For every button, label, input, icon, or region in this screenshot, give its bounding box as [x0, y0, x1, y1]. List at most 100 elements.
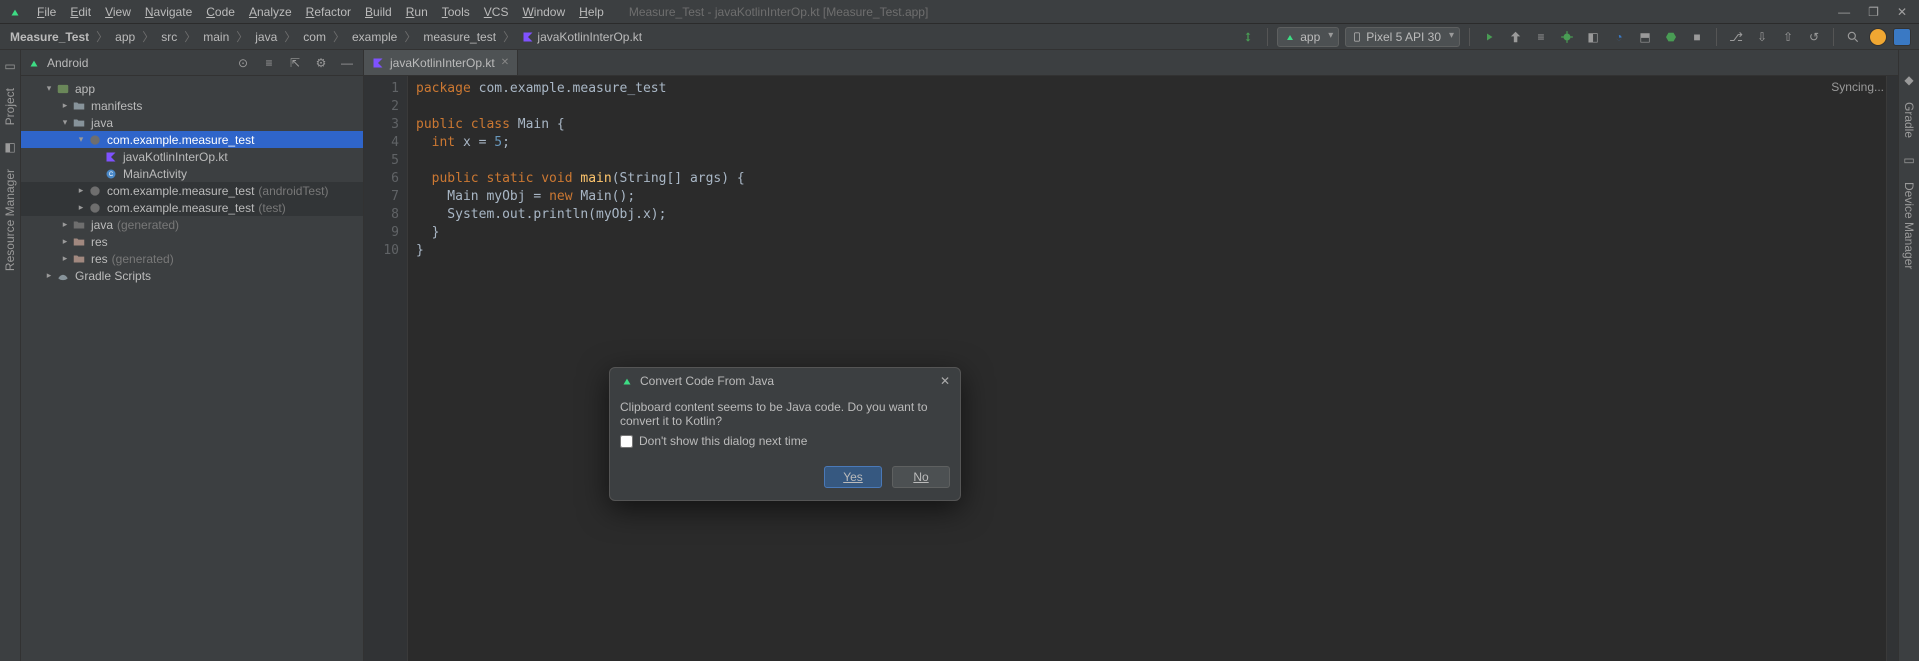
tree-row[interactable]: ▸java(generated)	[21, 216, 363, 233]
menu-item-analyze[interactable]: Analyze	[242, 5, 299, 19]
apply-changes-icon[interactable]	[1505, 27, 1525, 47]
coverage-icon[interactable]: ◧	[1583, 27, 1603, 47]
right-tab-device-manager[interactable]: Device Manager	[1902, 182, 1916, 269]
menu-item-help[interactable]: Help	[572, 5, 611, 19]
tree-suffix: (test)	[258, 201, 285, 215]
expand-arrow-icon[interactable]: ▸	[59, 100, 71, 111]
breadcrumb-item[interactable]: app	[113, 30, 137, 44]
expand-arrow-icon[interactable]: ▸	[59, 236, 71, 247]
tree-row[interactable]: ▸res	[21, 233, 363, 250]
profile-avatar-icon[interactable]	[1869, 28, 1887, 46]
breadcrumb-item[interactable]: measure_test	[421, 30, 498, 44]
expand-arrow-icon[interactable]: ▾	[43, 83, 55, 94]
breadcrumb-item[interactable]: java	[253, 30, 279, 44]
menu-item-navigate[interactable]: Navigate	[138, 5, 199, 19]
left-tab-project[interactable]: Project	[3, 88, 17, 125]
expand-arrow-icon[interactable]: ▸	[75, 202, 87, 213]
window-controls: — ❐ ✕	[1838, 5, 1907, 19]
project-tree[interactable]: ▾app▸manifests▾java▾com.example.measure_…	[21, 76, 363, 661]
tree-row[interactable]: ▸res(generated)	[21, 250, 363, 267]
breadcrumb-item[interactable]: main	[201, 30, 231, 44]
folder-icon	[71, 98, 87, 114]
left-tab-resource-manager[interactable]: Resource Manager	[3, 169, 17, 271]
breadcrumb-item[interactable]: example	[350, 30, 399, 44]
select-opened-file-icon[interactable]: ⊙	[233, 53, 253, 73]
project-tool-window: Android ⊙ ≡ ⇱ ⚙ — ▾app▸manifests▾java▾co…	[21, 50, 364, 661]
stop-icon[interactable]: ■	[1687, 27, 1707, 47]
device-manager-tool-icon[interactable]: ▭	[1899, 150, 1919, 170]
run-icon[interactable]	[1479, 27, 1499, 47]
menu-item-file[interactable]: File	[30, 5, 63, 19]
tab-close-icon[interactable]: ✕	[501, 57, 509, 68]
android-icon	[27, 56, 41, 70]
gradle-tool-icon[interactable]: ◆	[1899, 70, 1919, 90]
menu-item-tools[interactable]: Tools	[435, 5, 477, 19]
project-view-mode[interactable]: Android	[47, 56, 88, 70]
close-icon[interactable]: ✕	[1897, 5, 1907, 19]
maximize-icon[interactable]: ❐	[1868, 5, 1879, 19]
profiler-icon[interactable]: ◔	[1609, 27, 1629, 47]
menu-item-window[interactable]: Window	[515, 5, 572, 19]
device-dropdown[interactable]: Pixel 5 API 30	[1345, 27, 1460, 47]
dont-show-checkbox[interactable]: Don't show this dialog next time	[620, 434, 950, 448]
menu-item-build[interactable]: Build	[358, 5, 399, 19]
settings-icon[interactable]: ⚙	[311, 53, 331, 73]
resource-manager-tool-icon[interactable]: ◧	[0, 137, 20, 157]
tree-row[interactable]: ▾app	[21, 80, 363, 97]
tree-row[interactable]: ▸com.example.measure_test(test)	[21, 199, 363, 216]
tree-row[interactable]: javaKotlinInterOp.kt	[21, 148, 363, 165]
project-tool-icon[interactable]: ▭	[0, 56, 20, 76]
sync-status: Syncing...	[1831, 80, 1884, 94]
git-pull-icon[interactable]: ⇩	[1752, 27, 1772, 47]
right-tab-gradle[interactable]: Gradle	[1902, 102, 1916, 138]
breadcrumb-item[interactable]: src	[159, 30, 179, 44]
editor-tab[interactable]: javaKotlinInterOp.kt ✕	[364, 50, 518, 75]
git-push-icon[interactable]: ⇧	[1778, 27, 1798, 47]
navigation-toolbar: Measure_Test〉app〉src〉main〉java〉com〉examp…	[0, 24, 1919, 50]
menu-item-edit[interactable]: Edit	[63, 5, 98, 19]
hide-icon[interactable]: —	[337, 53, 357, 73]
minimize-icon[interactable]: —	[1838, 5, 1850, 19]
expand-arrow-icon[interactable]: ▸	[75, 185, 87, 196]
module-icon	[55, 81, 71, 97]
ide-settings-icon[interactable]	[1893, 28, 1911, 46]
expand-arrow-icon[interactable]: ▸	[59, 253, 71, 264]
expand-arrow-icon[interactable]: ▾	[75, 134, 87, 145]
menu-item-run[interactable]: Run	[399, 5, 435, 19]
expand-arrow-icon[interactable]: ▸	[59, 219, 71, 230]
tree-row[interactable]: ▸Gradle Scripts	[21, 267, 363, 284]
dont-show-checkbox-input[interactable]	[620, 435, 633, 448]
chevron-right-icon: 〉	[181, 28, 199, 45]
expand-arrow-icon[interactable]: ▸	[43, 270, 55, 281]
tree-row[interactable]: ▸manifests	[21, 97, 363, 114]
no-button[interactable]: No	[892, 466, 950, 488]
sync-project-icon[interactable]	[1238, 27, 1258, 47]
breadcrumb-item[interactable]: com	[301, 30, 328, 44]
search-everywhere-icon[interactable]	[1843, 27, 1863, 47]
yes-button[interactable]: Yes	[824, 466, 882, 488]
dialog-close-icon[interactable]: ✕	[940, 374, 950, 388]
collapse-all-icon[interactable]: ⇱	[285, 53, 305, 73]
tree-row[interactable]: CMainActivity	[21, 165, 363, 182]
avd-manager-icon[interactable]: ⬣	[1661, 27, 1681, 47]
debug-icon[interactable]	[1557, 27, 1577, 47]
breadcrumb-item[interactable]: Measure_Test	[8, 30, 91, 44]
git-branch-icon[interactable]: ⎇	[1726, 27, 1746, 47]
menu-item-vcs[interactable]: VCS	[477, 5, 516, 19]
git-history-icon[interactable]: ↺	[1804, 27, 1824, 47]
editor-tab-label: javaKotlinInterOp.kt	[390, 56, 495, 70]
tree-row[interactable]: ▾java	[21, 114, 363, 131]
menu-item-view[interactable]: View	[98, 5, 138, 19]
expand-all-icon[interactable]: ≡	[259, 53, 279, 73]
breadcrumb: Measure_Test〉app〉src〉main〉java〉com〉examp…	[8, 28, 644, 45]
tree-row[interactable]: ▾com.example.measure_test	[21, 131, 363, 148]
apply-code-changes-icon[interactable]: ≡	[1531, 27, 1551, 47]
app-inspection-icon[interactable]: ⬒	[1635, 27, 1655, 47]
breadcrumb-item[interactable]: javaKotlinInterOp.kt	[520, 30, 644, 44]
menu-item-refactor[interactable]: Refactor	[299, 5, 358, 19]
expand-arrow-icon[interactable]: ▾	[59, 117, 71, 128]
menu-item-code[interactable]: Code	[199, 5, 242, 19]
run-config-dropdown[interactable]: app	[1277, 27, 1339, 47]
editor-body[interactable]: 12345678910 package com.example.measure_…	[364, 76, 1898, 661]
tree-row[interactable]: ▸com.example.measure_test(androidTest)	[21, 182, 363, 199]
